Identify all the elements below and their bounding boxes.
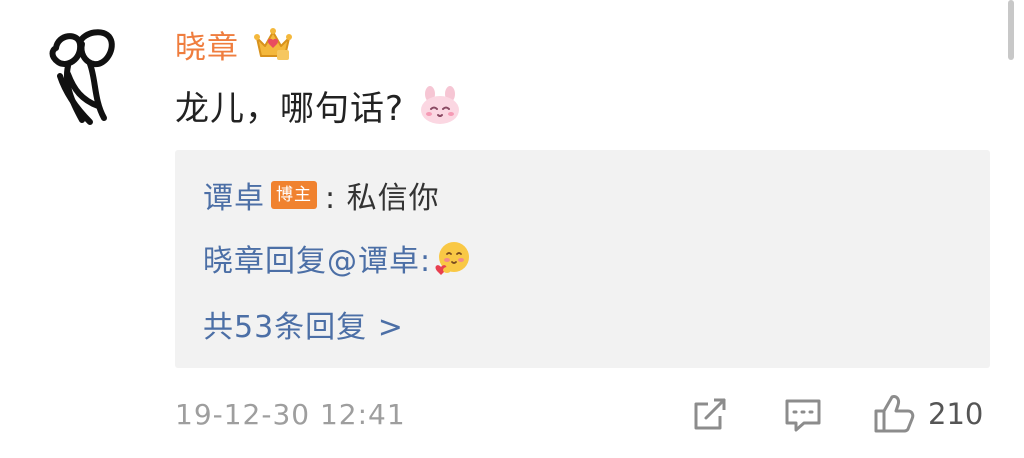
reply-mention[interactable]: @谭卓: bbox=[327, 236, 431, 280]
comment-icon bbox=[785, 399, 821, 432]
hugging-heart-emoji-icon bbox=[435, 242, 470, 275]
blogger-badge: 博主 bbox=[271, 181, 317, 209]
reply-prefix[interactable]: 晓章回复 bbox=[203, 236, 327, 280]
comment-text: 龙儿，哪句话? bbox=[175, 88, 405, 129]
bunny-emoji-icon bbox=[421, 86, 460, 124]
reply-item[interactable]: 谭卓 博主 : 私信你 bbox=[203, 174, 440, 216]
user-avatar[interactable] bbox=[38, 14, 128, 126]
crown-icon bbox=[254, 28, 292, 60]
share-button[interactable] bbox=[690, 394, 730, 434]
share-icon bbox=[694, 398, 726, 430]
vertical-scrollbar[interactable] bbox=[1008, 0, 1014, 60]
reply-item[interactable]: 晓章回复 @谭卓: bbox=[203, 236, 473, 280]
comment-header: 晓章 bbox=[175, 18, 293, 70]
like-button[interactable]: 210 bbox=[872, 392, 983, 436]
comment-timestamp: 19-12-30 12:41 bbox=[175, 397, 406, 431]
comment-username[interactable]: 晓章 bbox=[175, 22, 239, 67]
reply-author[interactable]: 谭卓 bbox=[203, 173, 265, 217]
comment-button[interactable] bbox=[782, 394, 824, 434]
like-count: 210 bbox=[928, 397, 984, 431]
thumbs-up-icon bbox=[874, 395, 915, 433]
reply-text: : 私信你 bbox=[325, 181, 440, 216]
avatar-drawing bbox=[49, 29, 115, 125]
view-all-replies-link[interactable]: 共53条回复 > bbox=[203, 302, 404, 346]
comment-body: 龙儿，哪句话? bbox=[175, 78, 462, 132]
reply-box: 谭卓 博主 : 私信你 晓章回复 @谭卓: 共53条回复 > bbox=[175, 150, 990, 368]
